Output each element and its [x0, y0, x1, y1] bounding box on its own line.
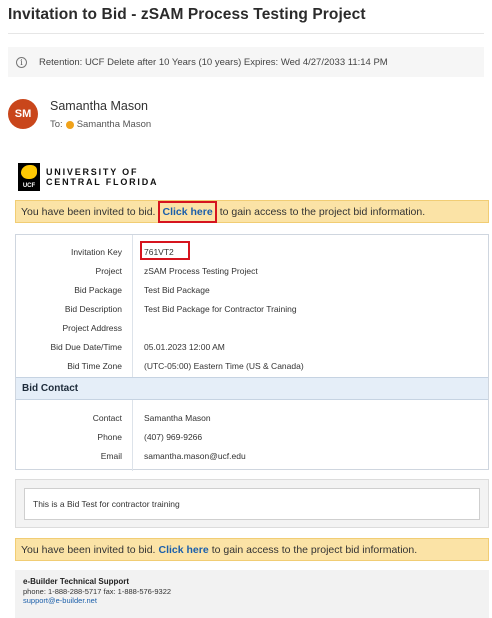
retention-bar: i Retention: UCF Delete after 10 Years (… — [8, 47, 484, 77]
bid-note-text: This is a Bid Test for contractor traini… — [24, 488, 480, 520]
bid-details-table: Invitation Key 761VT2 Project zSAM Process… — [15, 234, 489, 471]
recipient-line: To: Samantha Mason — [50, 119, 151, 130]
divider — [8, 33, 484, 34]
click-here-link[interactable]: Click here — [158, 544, 208, 556]
table-row: Bid Time Zone (UTC-05:00) Eastern Time (U… — [67, 361, 304, 371]
invite-banner-top: You have been invited to bid. Click here… — [15, 200, 489, 223]
info-icon: i — [16, 56, 27, 68]
contact-email-link[interactable]: samantha.mason@ucf.edu — [144, 451, 246, 461]
sender-avatar[interactable]: SM — [8, 99, 38, 129]
table-row: Contact Samantha Mason — [92, 413, 211, 423]
table-row: Project zSAM Process Testing Project — [95, 266, 258, 276]
invite-banner-bottom: You have been invited to bid. Click here… — [15, 538, 489, 561]
table-row: Invitation Key 761VT2 — [70, 247, 174, 257]
to-label: To: — [50, 119, 63, 130]
sender-name[interactable]: Samantha Mason — [50, 99, 148, 113]
support-phones: phone: 1-888-288-5717 fax: 1-888-576-932… — [23, 586, 172, 596]
table-row: Project Address — [62, 323, 122, 333]
table-row: Bid Due Date/Time 05.01.2023 12:00 AM — [50, 342, 225, 352]
support-title: e-Builder Technical Support — [23, 577, 130, 586]
banner-text: You have been invited to bid. — [21, 205, 156, 218]
logo-wordmark: UNIVERSITY OF CENTRAL FLORIDA — [46, 167, 159, 187]
table-row: Bid Description Test Bid Package for Cont… — [64, 304, 297, 314]
retention-text: Retention: UCF Delete after 10 Years (10… — [39, 56, 388, 68]
table-row: Email samantha.mason@ucf.edu — [100, 451, 246, 461]
support-email-link[interactable]: support@e-builder.net — [23, 596, 489, 606]
table-row: Bid Package Test Bid Package — [74, 285, 210, 295]
table-row: Phone (407) 969-9266 — [97, 432, 203, 442]
banner-text: to gain access to the project bid inform… — [219, 205, 426, 218]
email-subject: Invitation to Bid - zSAM Process Testing… — [8, 6, 366, 23]
support-footer: e-Builder Technical Support phone: 1-888… — [15, 570, 489, 618]
bid-note-panel: This is a Bid Test for contractor traini… — [15, 479, 489, 528]
banner-text: to gain access to the project bid inform… — [211, 543, 418, 556]
presence-dot-icon — [65, 120, 74, 129]
pegasus-logo-icon: UCF — [18, 163, 40, 191]
bid-contact-heading: Bid Contact — [16, 377, 488, 400]
ucf-logo: UCF UNIVERSITY OF CENTRAL FLORIDA — [18, 163, 158, 191]
banner-text: You have been invited to bid. — [21, 543, 156, 556]
click-here-link[interactable]: Click here — [158, 200, 217, 223]
recipient-name[interactable]: Samantha Mason — [77, 119, 151, 130]
